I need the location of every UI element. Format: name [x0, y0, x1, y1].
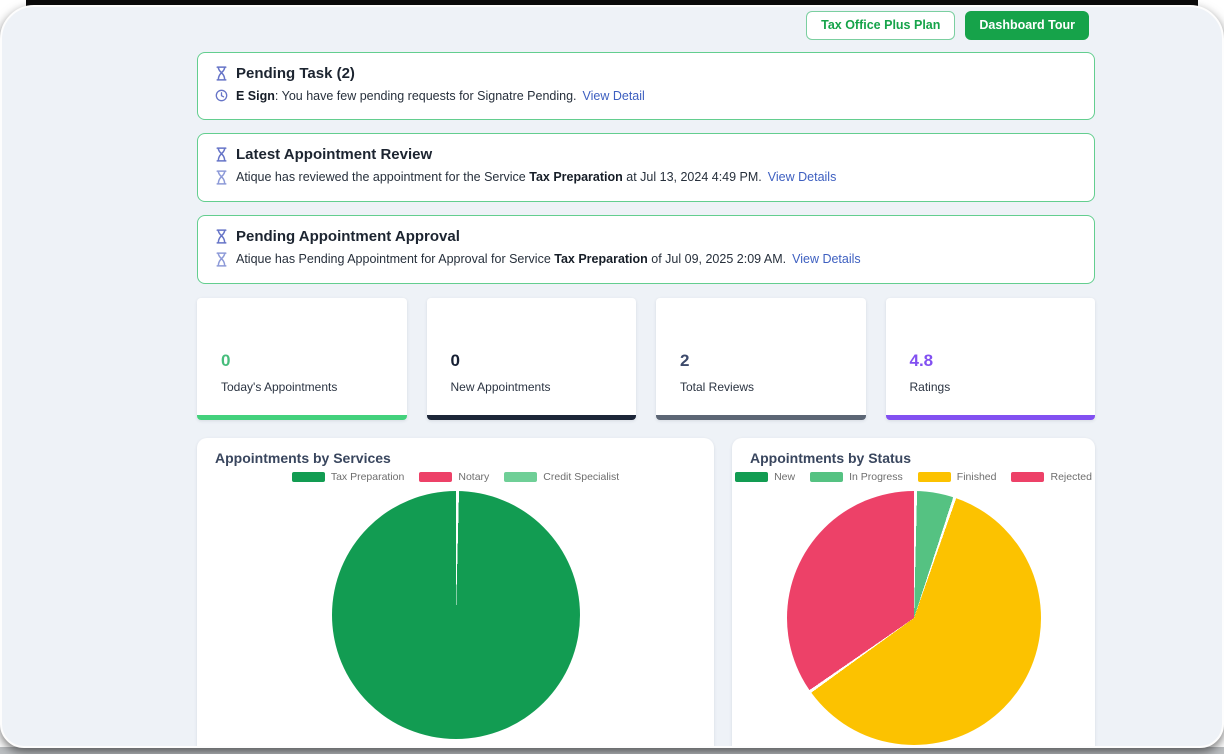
- legend-item-tax-preparation[interactable]: Tax Preparation: [292, 471, 405, 483]
- stat-label: New Appointments: [451, 380, 637, 394]
- stat-accent-bar: [197, 415, 407, 420]
- dashboard-content: Pending Task (2) E Sign: You have few pe…: [197, 52, 1095, 749]
- card-message: Atique has reviewed the appointment for …: [236, 170, 836, 184]
- window-bottom-edge: [0, 747, 1224, 754]
- legend-item-rejected[interactable]: Rejected: [1011, 471, 1091, 483]
- status-pie-chart: [787, 491, 1041, 745]
- charts-row: Appointments by Services Tax Preparation…: [197, 438, 1095, 749]
- services-pie-chart: [332, 491, 580, 739]
- legend-swatch: [810, 472, 843, 482]
- chart-legend: New In Progress Finished Rejected: [732, 471, 1095, 483]
- hourglass-icon: [215, 170, 228, 185]
- pending-appointment-approval-card: Pending Appointment Approval Atique has …: [197, 215, 1095, 284]
- pending-task-card: Pending Task (2) E Sign: You have few pe…: [197, 52, 1095, 120]
- card-title: Latest Appointment Review: [236, 146, 432, 163]
- hourglass-icon: [215, 147, 228, 162]
- legend-swatch: [735, 472, 768, 482]
- stat-accent-bar: [886, 415, 1096, 420]
- legend-label: Notary: [458, 471, 489, 483]
- stat-label: Total Reviews: [680, 380, 866, 394]
- stat-card-ratings: 4.8 Ratings: [886, 298, 1096, 420]
- stat-value: 4.8: [910, 351, 1096, 371]
- legend-label: New: [774, 471, 795, 483]
- legend-swatch: [504, 472, 537, 482]
- legend-item-finished[interactable]: Finished: [918, 471, 997, 483]
- legend-swatch: [918, 472, 951, 482]
- legend-swatch: [1011, 472, 1044, 482]
- legend-swatch: [292, 472, 325, 482]
- stat-label: Ratings: [910, 380, 1096, 394]
- stat-value: 0: [451, 351, 637, 371]
- legend-label: Tax Preparation: [331, 471, 405, 483]
- legend-label: Rejected: [1050, 471, 1091, 483]
- legend-label: Finished: [957, 471, 997, 483]
- card-title: Pending Appointment Approval: [236, 228, 460, 245]
- stat-value: 2: [680, 351, 866, 371]
- legend-item-in-progress[interactable]: In Progress: [810, 471, 903, 483]
- clock-icon: [215, 89, 228, 102]
- chart-legend: Tax Preparation Notary Credit Specialist: [197, 471, 714, 483]
- dashboard-tour-button[interactable]: Dashboard Tour: [965, 11, 1089, 40]
- view-details-link[interactable]: View Details: [768, 170, 837, 184]
- stats-row: 0 Today's Appointments 0 New Appointment…: [197, 298, 1095, 420]
- hourglass-icon: [215, 229, 228, 244]
- card-message: E Sign: You have few pending requests fo…: [236, 89, 645, 103]
- chart-title: Appointments by Services: [215, 450, 714, 466]
- view-details-link[interactable]: View Details: [792, 252, 861, 266]
- stat-value: 0: [221, 351, 407, 371]
- stat-accent-bar: [656, 415, 866, 420]
- appointments-by-status-chart-card: Appointments by Status New In Progress F…: [732, 438, 1095, 749]
- legend-label: Credit Specialist: [543, 471, 619, 483]
- tax-office-plus-plan-button[interactable]: Tax Office Plus Plan: [806, 11, 955, 40]
- stat-label: Today's Appointments: [221, 380, 407, 394]
- stat-accent-bar: [427, 415, 637, 420]
- chart-title: Appointments by Status: [750, 450, 1095, 466]
- stat-card-todays-appointments: 0 Today's Appointments: [197, 298, 407, 420]
- card-message: Atique has Pending Appointment for Appro…: [236, 252, 861, 266]
- legend-item-new[interactable]: New: [735, 471, 795, 483]
- topbar: Tax Office Plus Plan Dashboard Tour: [2, 7, 1222, 40]
- legend-swatch: [419, 472, 452, 482]
- stat-card-total-reviews: 2 Total Reviews: [656, 298, 866, 420]
- hourglass-icon: [215, 252, 228, 267]
- view-detail-link[interactable]: View Detail: [583, 89, 645, 103]
- legend-item-credit-specialist[interactable]: Credit Specialist: [504, 471, 619, 483]
- hourglass-icon: [215, 66, 228, 81]
- appointments-by-services-chart-card: Appointments by Services Tax Preparation…: [197, 438, 714, 749]
- card-title: Pending Task (2): [236, 65, 355, 82]
- legend-label: In Progress: [849, 471, 903, 483]
- stat-card-new-appointments: 0 New Appointments: [427, 298, 637, 420]
- dashboard-window: Tax Office Plus Plan Dashboard Tour Pend…: [0, 5, 1224, 748]
- latest-appointment-review-card: Latest Appointment Review Atique has rev…: [197, 133, 1095, 202]
- legend-item-notary[interactable]: Notary: [419, 471, 489, 483]
